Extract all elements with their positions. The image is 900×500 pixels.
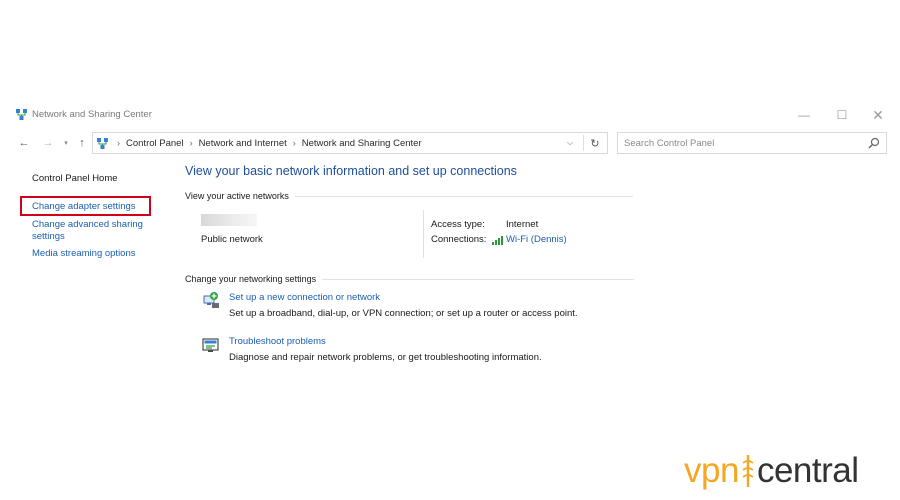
change-settings-heading: Change your networking settings	[185, 274, 635, 284]
setup-connection-description: Set up a broadband, dial-up, or VPN conn…	[229, 308, 578, 319]
close-button[interactable]: ✕	[867, 106, 889, 124]
navigation-bar: ← → ▾ ↑ › Control Panel › Network and In…	[0, 132, 900, 154]
logo-text-central: central	[756, 451, 859, 490]
breadcrumb-network-and-internet[interactable]: Network and Internet	[199, 138, 287, 149]
search-input[interactable]: Search Control Panel	[617, 132, 887, 154]
breadcrumb-control-panel[interactable]: Control Panel	[126, 138, 184, 149]
access-type-label: Access type:	[431, 219, 485, 230]
recent-locations-button[interactable]: ▾	[58, 135, 74, 151]
network-divider	[423, 210, 424, 258]
logo-text-vpn: vpn	[684, 451, 739, 490]
network-name-redacted	[201, 214, 257, 226]
highlight-annotation	[20, 196, 151, 216]
network-center-icon	[16, 109, 27, 120]
control-panel-home-link[interactable]: Control Panel Home	[32, 173, 118, 184]
breadcrumb: › Control Panel › Network and Internet ›…	[111, 133, 422, 153]
network-type: Public network	[201, 234, 263, 245]
breadcrumb-separator: ›	[292, 138, 296, 148]
search-icon	[868, 137, 880, 149]
active-networks-heading-text: View your active networks	[185, 191, 289, 201]
up-button[interactable]: ↑	[74, 135, 90, 151]
change-settings-heading-text: Change your networking settings	[185, 274, 317, 284]
troubleshoot-icon	[202, 338, 219, 352]
wifi-signal-icon	[492, 236, 503, 245]
maximize-button[interactable]: ☐	[831, 106, 853, 124]
window-title: Network and Sharing Center	[32, 109, 152, 120]
page-title: View your basic network information and …	[185, 164, 517, 178]
breadcrumb-network-sharing-center[interactable]: Network and Sharing Center	[302, 138, 422, 149]
search-placeholder: Search Control Panel	[624, 138, 715, 149]
section-divider	[322, 278, 635, 280]
refresh-button[interactable]: ↻	[587, 136, 603, 150]
breadcrumb-separator: ›	[189, 138, 193, 148]
active-networks-heading: View your active networks	[185, 191, 633, 201]
minimize-button[interactable]: —	[793, 106, 815, 124]
change-advanced-sharing-link[interactable]: Change advanced sharing settings	[32, 219, 152, 243]
address-divider	[583, 135, 584, 151]
logo-mark-icon	[742, 455, 754, 487]
troubleshoot-problems-description: Diagnose and repair network problems, or…	[229, 352, 542, 363]
back-button[interactable]: ←	[16, 135, 32, 151]
section-divider	[294, 195, 633, 197]
forward-button[interactable]: →	[40, 135, 56, 151]
wifi-connection-link[interactable]: Wi-Fi (Dennis)	[506, 234, 567, 245]
setup-connection-link[interactable]: Set up a new connection or network	[229, 292, 380, 303]
connections-label: Connections:	[431, 234, 487, 245]
vpncentral-logo: vpn central	[684, 451, 859, 491]
breadcrumb-separator: ›	[117, 138, 120, 148]
title-bar: Network and Sharing Center — ☐ ✕	[0, 104, 900, 126]
troubleshoot-problems-link[interactable]: Troubleshoot problems	[229, 336, 326, 347]
access-type-value: Internet	[506, 219, 539, 230]
control-panel-icon	[97, 138, 108, 149]
address-dropdown-button[interactable]: ⌵	[563, 136, 577, 150]
media-streaming-options-link[interactable]: Media streaming options	[32, 248, 136, 260]
address-bar[interactable]: › Control Panel › Network and Internet ›…	[92, 132, 608, 154]
network-setup-icon	[203, 292, 219, 308]
